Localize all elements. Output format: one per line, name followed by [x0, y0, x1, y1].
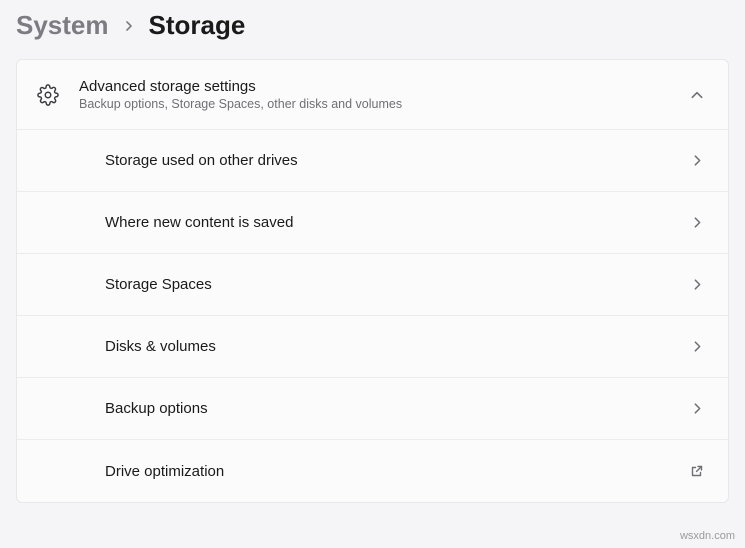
chevron-right-icon [691, 154, 704, 167]
chevron-right-icon [123, 20, 135, 32]
gear-icon [37, 84, 59, 106]
advanced-storage-settings-header[interactable]: Advanced storage settings Backup options… [17, 60, 728, 130]
chevron-right-icon [691, 216, 704, 229]
chevron-right-icon [691, 278, 704, 291]
settings-panel: Advanced storage settings Backup options… [16, 59, 729, 503]
breadcrumb-current: Storage [149, 10, 246, 41]
watermark: wsxdn.com [680, 530, 735, 542]
sub-item-storage-used-other-drives[interactable]: Storage used on other drives [17, 130, 728, 192]
breadcrumb-parent[interactable]: System [16, 10, 109, 41]
sub-item-storage-spaces[interactable]: Storage Spaces [17, 254, 728, 316]
group-title: Advanced storage settings [79, 78, 670, 95]
sub-item-label: Storage Spaces [105, 276, 691, 293]
breadcrumb: System Storage [0, 0, 745, 59]
external-link-icon [690, 464, 704, 478]
sub-item-where-new-content-saved[interactable]: Where new content is saved [17, 192, 728, 254]
sub-item-label: Backup options [105, 400, 691, 417]
chevron-up-icon [690, 88, 704, 102]
sub-item-drive-optimization[interactable]: Drive optimization [17, 440, 728, 502]
group-text: Advanced storage settings Backup options… [79, 78, 670, 111]
sub-item-backup-options[interactable]: Backup options [17, 378, 728, 440]
group-subtitle: Backup options, Storage Spaces, other di… [79, 97, 670, 111]
sub-item-label: Drive optimization [105, 463, 690, 480]
sub-item-disks-volumes[interactable]: Disks & volumes [17, 316, 728, 378]
chevron-right-icon [691, 340, 704, 353]
sub-item-label: Storage used on other drives [105, 152, 691, 169]
sub-item-label: Where new content is saved [105, 214, 691, 231]
chevron-right-icon [691, 402, 704, 415]
sub-item-label: Disks & volumes [105, 338, 691, 355]
